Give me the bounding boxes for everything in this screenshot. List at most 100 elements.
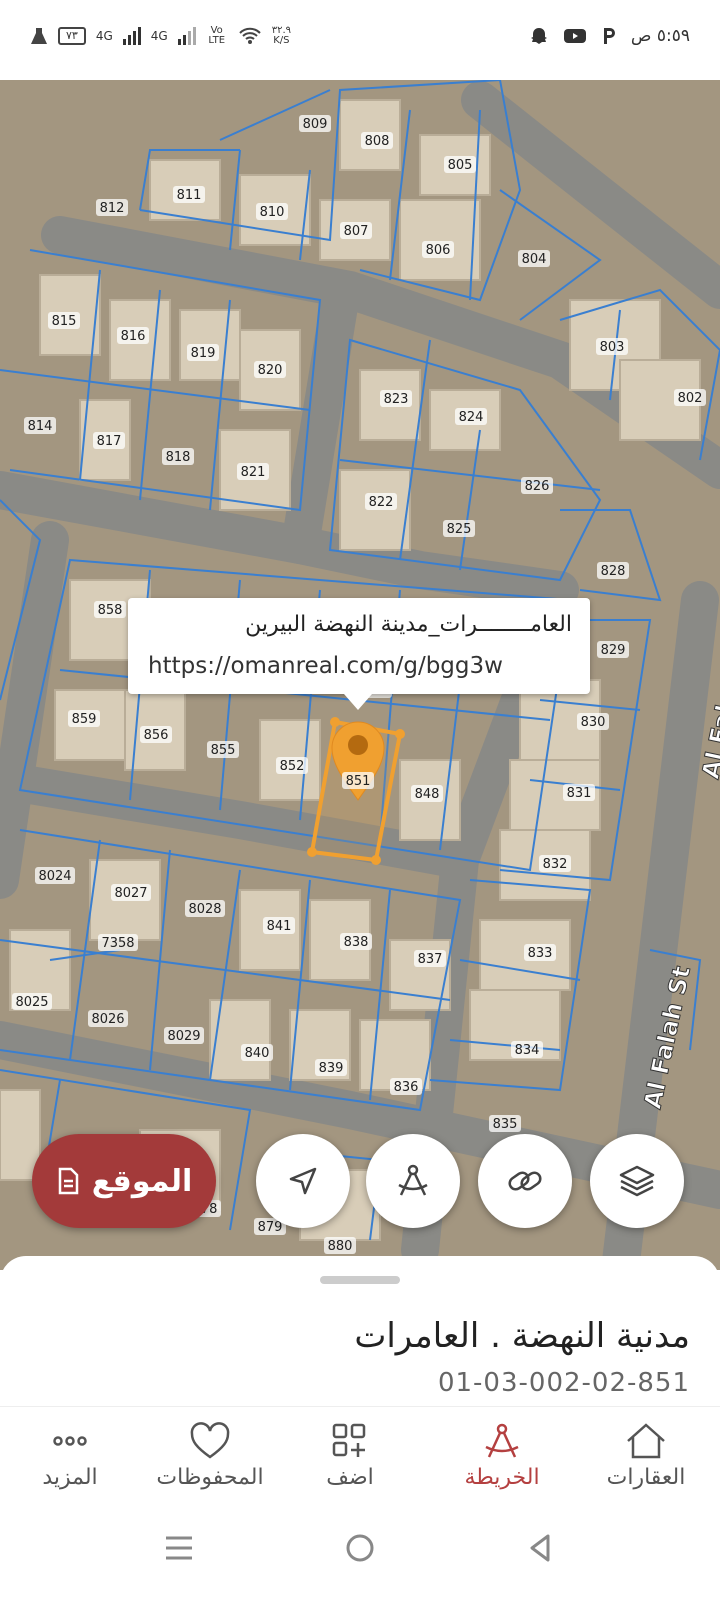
parcel-label[interactable]: 806: [426, 243, 451, 258]
parcel-label[interactable]: 809: [303, 117, 328, 132]
home-icon: [627, 1423, 665, 1459]
bottom-sheet[interactable]: مدنية النهضة . العامرات 01-03-002-02-851: [0, 1256, 720, 1406]
parcel-label[interactable]: 822: [369, 495, 394, 510]
status-left: ٧٣ 4G 4G Vo LTE ٣٢.٩ K/S: [30, 26, 291, 46]
recent-apps-icon[interactable]: [166, 1536, 192, 1560]
parcel-label[interactable]: 808: [365, 134, 390, 149]
parcel-label[interactable]: 820: [258, 363, 283, 378]
parcel-label[interactable]: 834: [515, 1043, 540, 1058]
parcel-label[interactable]: 824: [459, 410, 484, 425]
parcel-label[interactable]: 829: [601, 643, 626, 658]
parcel-label[interactable]: 810: [260, 205, 285, 220]
parcel-label[interactable]: 825: [447, 522, 472, 537]
parcel-label[interactable]: 8029: [167, 1029, 200, 1044]
volte-label: Vo LTE: [208, 25, 226, 46]
parcel-label[interactable]: 832: [543, 857, 568, 872]
compass-drawing-icon: [398, 1164, 428, 1196]
signal-icon: [122, 27, 141, 45]
parcel-label[interactable]: 8027: [114, 886, 147, 901]
parcel-label[interactable]: 851: [346, 774, 371, 789]
parcel-label[interactable]: 880: [328, 1239, 353, 1254]
parcel-label[interactable]: 833: [528, 946, 553, 961]
network-4g-2: 4G: [150, 29, 168, 43]
parcel-label[interactable]: 858: [98, 603, 123, 618]
parcel-label[interactable]: 816: [121, 329, 146, 344]
parcel-code: 01-03-002-02-851: [437, 1368, 690, 1398]
link-icon: [508, 1171, 542, 1191]
speed-indicator: ٣٢.٩ K/S: [272, 26, 291, 46]
parcel-label[interactable]: 840: [245, 1046, 270, 1061]
battery-indicator: ٧٣: [58, 27, 86, 45]
parcel-label[interactable]: 817: [97, 434, 122, 449]
parcel-label[interactable]: 837: [418, 952, 443, 967]
parcel-label[interactable]: 852: [280, 759, 305, 774]
sheet-title: مدنية النهضة . العامرات: [354, 1316, 690, 1356]
parcel-label[interactable]: 802: [678, 391, 703, 406]
clock: ٥:٥٩ ص: [630, 26, 690, 46]
parcel-label[interactable]: 836: [394, 1080, 419, 1095]
popup-url[interactable]: https://omanreal.com/g/bgg3w: [148, 653, 503, 679]
signal-icon-2: [177, 27, 196, 45]
parcel-label[interactable]: 811: [177, 188, 202, 203]
parcel-label[interactable]: 831: [567, 786, 592, 801]
flask-icon: [31, 28, 47, 44]
nav-item-saved[interactable]: المحفوظات: [140, 1421, 280, 1490]
parcel-label[interactable]: 814: [28, 419, 53, 434]
youtube-icon: [563, 29, 586, 43]
layers-button[interactable]: [590, 1134, 684, 1228]
parcel-label[interactable]: 805: [448, 158, 473, 173]
parcel-label[interactable]: 835: [493, 1117, 518, 1132]
add-grid-icon: [332, 1423, 366, 1457]
parcel-label[interactable]: 807: [344, 224, 369, 239]
location-button-label: الموقع: [91, 1163, 193, 1199]
parcel-label[interactable]: 8025: [15, 995, 48, 1010]
home-circle-icon[interactable]: [346, 1534, 374, 1562]
nav-item-map[interactable]: الخريطة: [432, 1421, 572, 1490]
system-nav-icons: [166, 1534, 550, 1562]
parcel-label[interactable]: 856: [144, 728, 169, 743]
parcel-label[interactable]: 8026: [91, 1012, 124, 1027]
nav-label-more: المزيد: [42, 1465, 98, 1490]
status-bar: ٧٣ 4G 4G Vo LTE ٣٢.٩ K/S ٥:٥٩ ص: [0, 0, 720, 80]
nav-item-more[interactable]: المزيد: [0, 1421, 140, 1490]
parcel-label[interactable]: 812: [100, 201, 125, 216]
parcel-label[interactable]: 819: [191, 346, 216, 361]
parcel-label[interactable]: 826: [525, 479, 550, 494]
parcel-label[interactable]: 804: [522, 252, 547, 267]
parcel-label[interactable]: 8028: [188, 902, 221, 917]
wifi-icon: [238, 27, 261, 44]
compass-icon: [485, 1423, 519, 1458]
parcel-label[interactable]: 830: [581, 715, 606, 730]
parcel-label[interactable]: 821: [241, 465, 266, 480]
parcel-label[interactable]: 838: [344, 935, 369, 950]
parcel-label[interactable]: 859: [72, 712, 97, 727]
parcel-label[interactable]: 848: [415, 787, 440, 802]
parcel-popup[interactable]: العامــــــــرات_مدينة النهضة البيرين ht…: [128, 598, 590, 710]
parcel-label[interactable]: 855: [211, 743, 236, 758]
back-icon[interactable]: [530, 1534, 550, 1562]
nav-label-add: اضف: [326, 1465, 374, 1490]
nav-item-properties[interactable]: العقارات: [576, 1421, 716, 1490]
nav-item-add[interactable]: اضف: [280, 1421, 420, 1490]
snapchat-icon: [530, 28, 547, 44]
parcel-label[interactable]: 841: [267, 919, 292, 934]
share-link-button[interactable]: [478, 1134, 572, 1228]
parcel-label[interactable]: 879: [258, 1220, 283, 1235]
bottom-navigation: العقارات الخريطة اضف المحفوظات المزيد: [0, 1406, 720, 1517]
parcel-label[interactable]: 7358: [101, 936, 134, 951]
parcel-label[interactable]: 815: [52, 314, 77, 329]
navigate-button[interactable]: [256, 1134, 350, 1228]
parcel-label[interactable]: 823: [384, 392, 409, 407]
p-icon: [603, 28, 615, 44]
parcel-label[interactable]: 828: [601, 564, 626, 579]
measure-button[interactable]: [366, 1134, 460, 1228]
status-right: ٥:٥٩ ص: [529, 26, 690, 46]
more-icon: [53, 1436, 87, 1446]
parcel-label[interactable]: 8024: [38, 869, 71, 884]
parcel-label[interactable]: 803: [600, 340, 625, 355]
sheet-drag-handle[interactable]: [320, 1276, 400, 1284]
parcel-label[interactable]: 818: [166, 450, 191, 465]
layers-icon: [619, 1165, 655, 1197]
parcel-label[interactable]: 839: [319, 1061, 344, 1076]
location-button[interactable]: الموقع: [32, 1134, 216, 1228]
